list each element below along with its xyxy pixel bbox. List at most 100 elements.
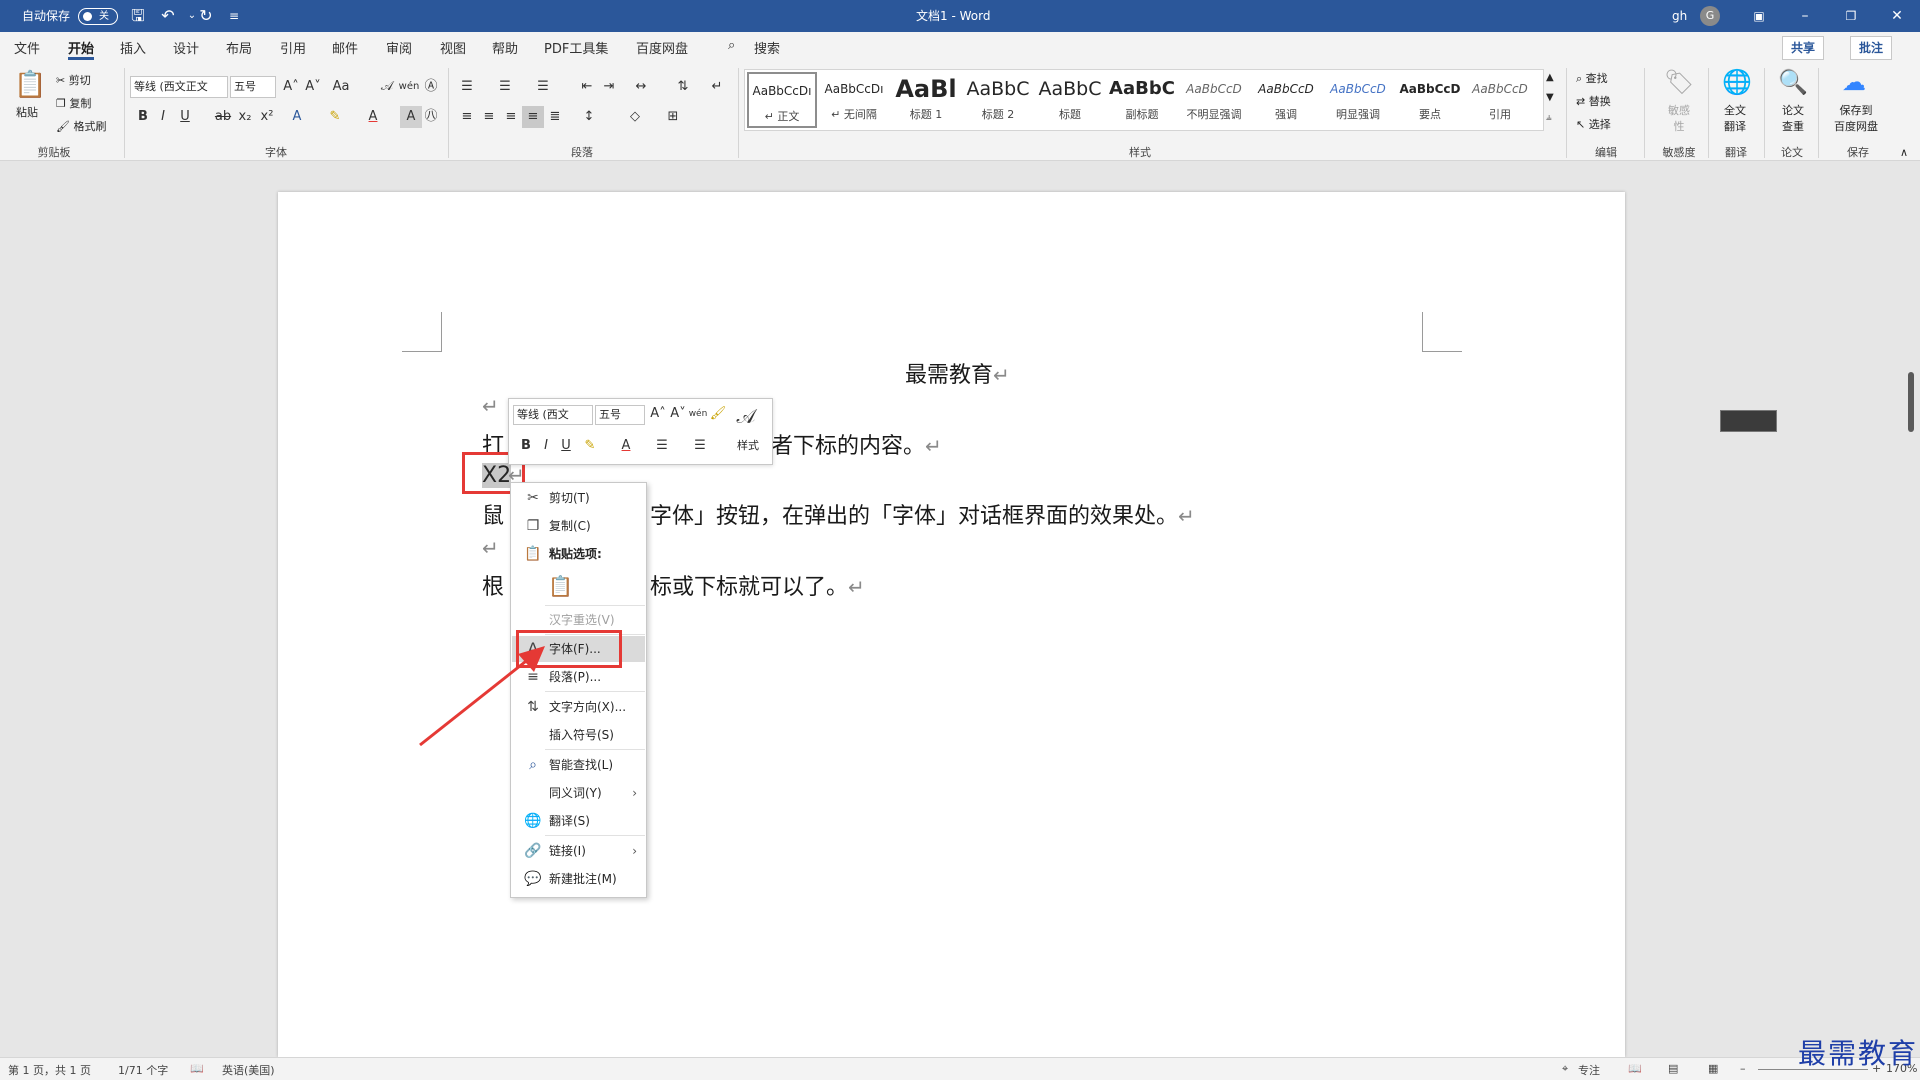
doc-paragraph-3[interactable]: 鼠 xyxy=(482,498,504,530)
tab-home[interactable]: 开始 xyxy=(68,38,95,60)
proofing-icon[interactable]: 📖 xyxy=(190,1062,204,1075)
phonetic-guide-icon[interactable]: wén xyxy=(398,76,420,98)
bold-icon[interactable]: B xyxy=(132,106,154,128)
mini-styles-icon[interactable]: 𝒜 xyxy=(735,405,757,427)
collapse-ribbon-icon[interactable]: ∧ xyxy=(1900,146,1908,159)
grow-font-icon[interactable]: A˄ xyxy=(280,76,302,98)
search-icon[interactable]: ⌕ xyxy=(728,38,735,60)
autosave-toggle[interactable]: 关 xyxy=(78,8,118,25)
enclose-char-icon[interactable]: ㊇ xyxy=(420,106,442,128)
style-normal[interactable]: AaBbCcDı ↵ 正文 xyxy=(747,72,817,128)
copy-button[interactable]: ❐ 复制 xyxy=(56,95,91,111)
style-quote[interactable]: AaBbCcD 引用 xyxy=(1467,72,1533,128)
underline-icon[interactable]: U xyxy=(174,106,196,128)
format-painter-button[interactable]: 🖌 格式刷 xyxy=(56,118,106,134)
doc-paragraph-3-end[interactable]: 字体」按钮，在弹出的「字体」对话框界面的效果处。↵ xyxy=(650,498,1195,530)
mini-bullets-icon[interactable]: ☰ xyxy=(651,435,673,457)
avatar[interactable]: G xyxy=(1700,6,1720,26)
paste-icon[interactable]: 📋 xyxy=(14,70,46,100)
undo-icon[interactable]: ↶ xyxy=(158,6,178,26)
full-translate-button[interactable]: 全文 翻译 xyxy=(1724,102,1746,134)
borders-icon[interactable]: ⊞ xyxy=(662,106,684,128)
tab-layout[interactable]: 布局 xyxy=(226,38,252,60)
highlight-icon[interactable]: ✎ xyxy=(324,106,346,128)
subscript-icon[interactable]: x₂ xyxy=(234,106,256,128)
multilevel-list-icon[interactable]: ☰ xyxy=(532,76,554,98)
minimize-icon[interactable]: – xyxy=(1782,0,1828,32)
char-shading-icon[interactable]: A xyxy=(400,106,422,128)
numbering-icon[interactable]: ☰ xyxy=(494,76,516,98)
bullets-icon[interactable]: ☰ xyxy=(456,76,478,98)
menu-synonyms[interactable]: 同义词(Y) › xyxy=(512,780,645,806)
shading-icon[interactable]: ◇ xyxy=(624,106,646,128)
mini-phonetic-icon[interactable]: wén xyxy=(687,403,709,425)
mini-styles-label[interactable]: 样式 xyxy=(737,437,759,453)
change-case-icon[interactable]: Aa xyxy=(330,76,352,98)
read-mode-icon[interactable]: 📖 xyxy=(1628,1062,1642,1075)
menu-copy[interactable]: ❐ 复制(C) xyxy=(512,513,645,539)
align-center-icon[interactable]: ≡ xyxy=(478,106,500,128)
doc-paragraph-4-end[interactable]: 标或下标就可以了。↵ xyxy=(650,569,865,601)
line-spacing-icon[interactable]: ↕ xyxy=(578,106,600,128)
chinese-layout-icon[interactable]: ↔ xyxy=(630,76,652,98)
tab-view[interactable]: 视图 xyxy=(440,38,466,60)
style-emphasis[interactable]: AaBbCcD 强调 xyxy=(1251,72,1321,128)
vertical-scrollbar-thumb[interactable] xyxy=(1908,372,1914,432)
paste-button[interactable]: 粘贴 xyxy=(16,104,38,120)
tab-references[interactable]: 引用 xyxy=(280,38,306,60)
mini-underline-icon[interactable]: U xyxy=(555,435,577,457)
sort-icon[interactable]: ⇅ xyxy=(672,76,694,98)
style-heading-1[interactable]: AaBl 标题 1 xyxy=(891,72,961,128)
customize-qat-icon[interactable]: ≡ xyxy=(224,6,244,26)
style-subtle-emphasis[interactable]: AaBbCcD 不明显强调 xyxy=(1179,72,1249,128)
language[interactable]: 英语(美国) xyxy=(222,1062,275,1078)
style-title[interactable]: AaBbC 标题 xyxy=(1035,72,1105,128)
styles-scroll-up-icon[interactable]: ▲ xyxy=(1546,72,1554,83)
tab-insert[interactable]: 插入 xyxy=(120,38,146,60)
tab-help[interactable]: 帮助 xyxy=(492,38,518,60)
mini-italic-icon[interactable]: I xyxy=(535,435,557,457)
increase-indent-icon[interactable]: ⇥ xyxy=(598,76,620,98)
mini-bold-icon[interactable]: B xyxy=(515,435,537,457)
strikethrough-icon[interactable]: ab xyxy=(212,106,234,128)
mini-font-color-icon[interactable]: A xyxy=(615,435,637,457)
tab-mailings[interactable]: 邮件 xyxy=(332,38,358,60)
restore-icon[interactable]: ❐ xyxy=(1828,0,1874,32)
doc-paragraph-4[interactable]: 根 xyxy=(482,569,504,601)
mini-font-combo[interactable]: 等线 (西文 xyxy=(513,405,593,425)
font-name-combo[interactable]: 等线 (西文正文 xyxy=(130,76,228,98)
mini-highlight-icon[interactable]: ✎ xyxy=(579,435,601,457)
mini-format-painter-icon[interactable]: 🖌 xyxy=(707,403,729,425)
focus-mode[interactable]: 专注 xyxy=(1578,1062,1600,1078)
styles-more-icon[interactable]: ⫨ xyxy=(1546,112,1552,123)
search-box[interactable]: 搜索 xyxy=(754,38,780,60)
styles-scroll-down-icon[interactable]: ▼ xyxy=(1546,92,1554,103)
menu-cut[interactable]: ✂ 剪切(T) xyxy=(512,485,645,511)
cut-button[interactable]: ✂ 剪切 xyxy=(56,72,91,88)
doc-paragraph-1-end[interactable]: 者下标的内容。↵ xyxy=(771,428,942,460)
focus-icon[interactable]: ⌖ xyxy=(1562,1062,1568,1076)
share-button[interactable]: 共享 xyxy=(1782,36,1825,60)
tab-baidu-netdisk[interactable]: 百度网盘 xyxy=(636,38,688,60)
page-count[interactable]: 第 1 页，共 1 页 xyxy=(8,1062,91,1078)
menu-new-comment[interactable]: 💬 新建批注(M) xyxy=(512,866,645,892)
user-name[interactable]: gh xyxy=(1672,0,1687,32)
save-icon[interactable]: 🖫 xyxy=(128,6,148,26)
word-count[interactable]: 1/71 个字 xyxy=(118,1062,168,1078)
menu-link[interactable]: 🔗 链接(I) › xyxy=(512,838,645,864)
style-strong[interactable]: AaBbCcD 要点 xyxy=(1395,72,1465,128)
justify-icon[interactable]: ≡ xyxy=(522,106,544,128)
align-right-icon[interactable]: ≡ xyxy=(500,106,522,128)
document-title-line[interactable]: 最需教育↵ xyxy=(905,357,1010,389)
char-border-icon[interactable]: Ⓐ xyxy=(420,76,442,98)
clear-format-icon[interactable]: 𝒜 xyxy=(376,76,398,98)
mini-numbering-icon[interactable]: ☰ xyxy=(689,435,711,457)
comments-button[interactable]: 批注 xyxy=(1850,36,1893,60)
font-size-combo[interactable]: 五号 xyxy=(230,76,276,98)
close-icon[interactable]: ✕ xyxy=(1874,0,1920,32)
menu-translate[interactable]: 🌐 翻译(S) xyxy=(512,808,645,834)
style-intense-emphasis[interactable]: AaBbCcD 明显强调 xyxy=(1323,72,1393,128)
tab-pdf-tools[interactable]: PDF工具集 xyxy=(544,38,608,60)
tab-file[interactable]: 文件 xyxy=(14,38,40,60)
ime-toolbar[interactable] xyxy=(1720,410,1777,432)
